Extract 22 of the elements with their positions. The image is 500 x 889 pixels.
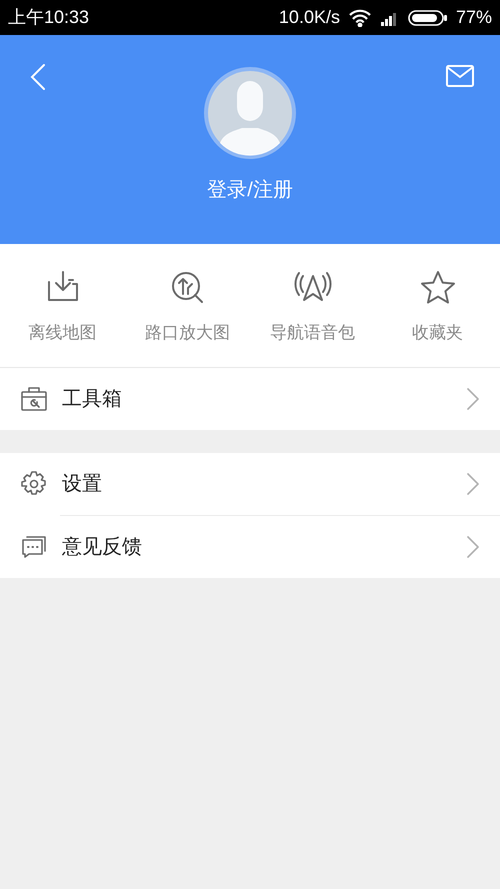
chevron-right-icon — [466, 387, 480, 411]
wifi-icon — [348, 8, 372, 26]
battery-percentage: 77% — [456, 6, 492, 29]
quick-action-button[interactable]: 导航语音包 — [250, 244, 375, 367]
network-speed: 10.0K/s — [278, 6, 340, 29]
toolbox-icon — [20, 385, 48, 413]
menu-item[interactable]: 意见反馈 — [0, 516, 500, 578]
chevron-right-icon — [466, 472, 480, 496]
status-time: 上午10:33 — [8, 6, 90, 29]
quick-action-button[interactable]: 离线地图 — [0, 244, 125, 367]
settings-icon — [20, 470, 48, 498]
menu-item[interactable]: 设置 — [0, 453, 500, 515]
avatar-placeholder[interactable] — [204, 67, 296, 159]
quick-action-button[interactable]: 路口放大图 — [125, 244, 250, 367]
login-register-link[interactable]: 登录/注册 — [207, 175, 293, 205]
back-icon — [30, 63, 46, 91]
mail-icon — [446, 65, 474, 87]
chevron-right-icon — [466, 535, 480, 559]
quick-action-button[interactable]: 收藏夹 — [375, 244, 500, 367]
battery-icon — [408, 8, 448, 26]
chat-icon — [20, 533, 48, 561]
menu-item[interactable]: 工具箱 — [0, 368, 500, 430]
